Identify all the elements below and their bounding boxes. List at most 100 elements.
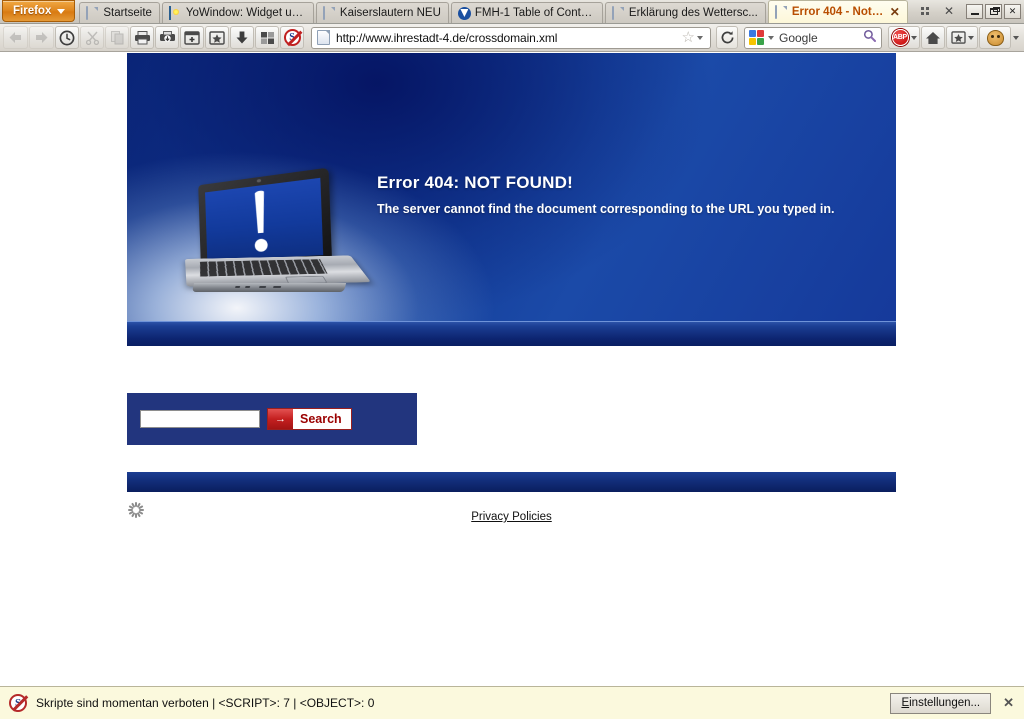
noscript-status-message: Skripte sind momentan verboten | <SCRIPT… (36, 696, 375, 710)
house-icon (926, 31, 940, 44)
url-input[interactable]: http://www.ihrestadt-4.de/crossdomain.xm… (336, 31, 678, 45)
printer-icon (134, 31, 150, 45)
site-search-input[interactable] (140, 410, 260, 428)
tabstrip-controls: ✕ ✕ (914, 0, 1024, 23)
tab-label: Kaiserslautern NEU (339, 7, 441, 19)
grid-icon (921, 7, 929, 15)
minimize-icon (970, 13, 979, 15)
error-subtitle: The server cannot find the document corr… (377, 202, 835, 216)
close-window-button[interactable]: ✕ (1004, 3, 1021, 19)
greasemonkey-button[interactable] (979, 26, 1011, 49)
tab-fmh1[interactable]: FMH-1 Table of Conten... (450, 2, 603, 23)
page-viewport: Error 404: NOT FOUND! The server cannot … (0, 53, 1024, 686)
chevron-down-icon (57, 8, 66, 14)
firefox-menu-button[interactable]: Firefox (2, 0, 76, 22)
tab-yowindow[interactable]: YoWindow: Widget und... (161, 2, 314, 23)
banner-bottom-strip (127, 321, 896, 346)
close-tab-button[interactable]: ✕ (938, 1, 960, 21)
tiles-icon (260, 31, 274, 44)
cut-button[interactable] (80, 26, 104, 49)
list-all-tabs-button[interactable] (914, 1, 936, 21)
star-box-icon (950, 31, 966, 44)
monkey-icon (986, 29, 1004, 46)
tab-label: FMH-1 Table of Conten... (474, 7, 595, 19)
new-tab-button[interactable] (180, 26, 204, 49)
url-bar[interactable]: http://www.ihrestadt-4.de/crossdomain.xm… (311, 26, 711, 49)
tab-error-404[interactable]: Error 404 - Not fo... ✕ (767, 0, 908, 23)
site-search-button-label: Search (293, 409, 351, 429)
save-page-button[interactable] (155, 26, 179, 49)
tab-kaiserslautern[interactable]: Kaiserslautern NEU (315, 2, 449, 23)
laptop-keyboard (200, 259, 328, 277)
toolbar-overflow-chevron-icon[interactable] (1013, 35, 1019, 40)
generic-document-icon (611, 5, 625, 20)
error-banner: Error 404: NOT FOUND! The server cannot … (127, 53, 896, 346)
restore-icon (989, 6, 1000, 15)
search-bar[interactable]: Google (744, 26, 882, 49)
exclamation-mark-icon (251, 189, 269, 252)
chevron-down-icon[interactable] (768, 35, 774, 40)
chevron-down-icon (967, 35, 974, 40)
laptop-lid (198, 167, 333, 270)
page-favicon-icon (317, 30, 330, 45)
yowindow-sun-icon (168, 5, 182, 20)
star-box-icon (209, 30, 225, 45)
back-button[interactable] (3, 26, 28, 49)
tab-list: Startseite YoWindow: Widget und... Kaise… (79, 0, 914, 23)
home-button[interactable] (921, 26, 945, 49)
magnifier-icon[interactable] (863, 29, 876, 47)
settings-accesskey: E (901, 697, 910, 709)
restore-window-button[interactable] (985, 3, 1002, 19)
close-icon[interactable]: ✕ (1003, 695, 1014, 711)
search-input[interactable]: Google (779, 31, 863, 45)
generic-document-icon (86, 5, 99, 20)
tab-label: Startseite (103, 7, 152, 19)
bookmark-star-icon[interactable]: ☆ (682, 30, 695, 45)
arrow-right-icon: → (268, 409, 293, 429)
adblock-plus-button[interactable]: ABP (888, 26, 920, 49)
laptop-screen (205, 177, 324, 261)
close-icon[interactable]: ✕ (890, 6, 900, 18)
reload-button[interactable] (716, 26, 738, 49)
arrow-down-icon (236, 31, 248, 44)
noscript-settings-button[interactable]: Einstellungen... (890, 692, 992, 714)
bookmarks-menu-button[interactable] (946, 26, 978, 49)
copy-button[interactable] (105, 26, 129, 49)
privacy-policies-link-wrap: Privacy Policies (127, 511, 896, 523)
print-button[interactable] (130, 26, 154, 49)
browser-window: Firefox Startseite YoWindow: Widget und.… (0, 0, 1024, 719)
reload-arrow-icon (721, 31, 733, 44)
chevron-down-icon (910, 35, 917, 40)
site-search-button[interactable]: → Search (267, 408, 352, 430)
chevron-down-icon[interactable] (697, 35, 703, 40)
window-plus-icon (184, 30, 200, 45)
arrow-left-icon (9, 32, 21, 43)
copy-pages-icon (110, 31, 123, 45)
firefox-menu-label: Firefox (13, 5, 52, 17)
forward-button[interactable] (29, 26, 54, 49)
laptop-front-edge (191, 283, 347, 292)
generic-document-icon (322, 5, 336, 20)
clock-icon (59, 30, 75, 45)
bookmark-button[interactable] (205, 26, 229, 49)
history-button[interactable] (55, 26, 79, 49)
error-title: Error 404: NOT FOUND! (377, 173, 573, 192)
tab-label: Error 404 - Not fo... (791, 6, 884, 18)
generic-document-icon (774, 4, 788, 19)
noscript-forbidden-icon[interactable]: S (9, 694, 27, 712)
tile-tabs-button[interactable] (255, 26, 279, 49)
noscript-toolbar-button[interactable]: S (280, 26, 304, 49)
tab-startseite[interactable]: Startseite (79, 2, 160, 23)
downloads-button[interactable] (230, 26, 254, 49)
page-footer-bar (127, 471, 896, 492)
laptop-with-exclamation-mark-image (175, 167, 371, 300)
minimize-window-button[interactable] (966, 3, 983, 19)
window-controls: ✕ (966, 3, 1021, 19)
tab-label: Erklärung des Wettersc... (628, 7, 758, 19)
tab-label: YoWindow: Widget und... (185, 7, 306, 19)
tab-erklaerung[interactable]: Erklärung des Wettersc... (604, 2, 766, 23)
noaa-logo-icon (458, 7, 471, 20)
laptop-base (185, 255, 371, 287)
adblock-plus-icon: ABP (891, 29, 909, 46)
privacy-policies-link[interactable]: Privacy Policies (471, 511, 552, 523)
